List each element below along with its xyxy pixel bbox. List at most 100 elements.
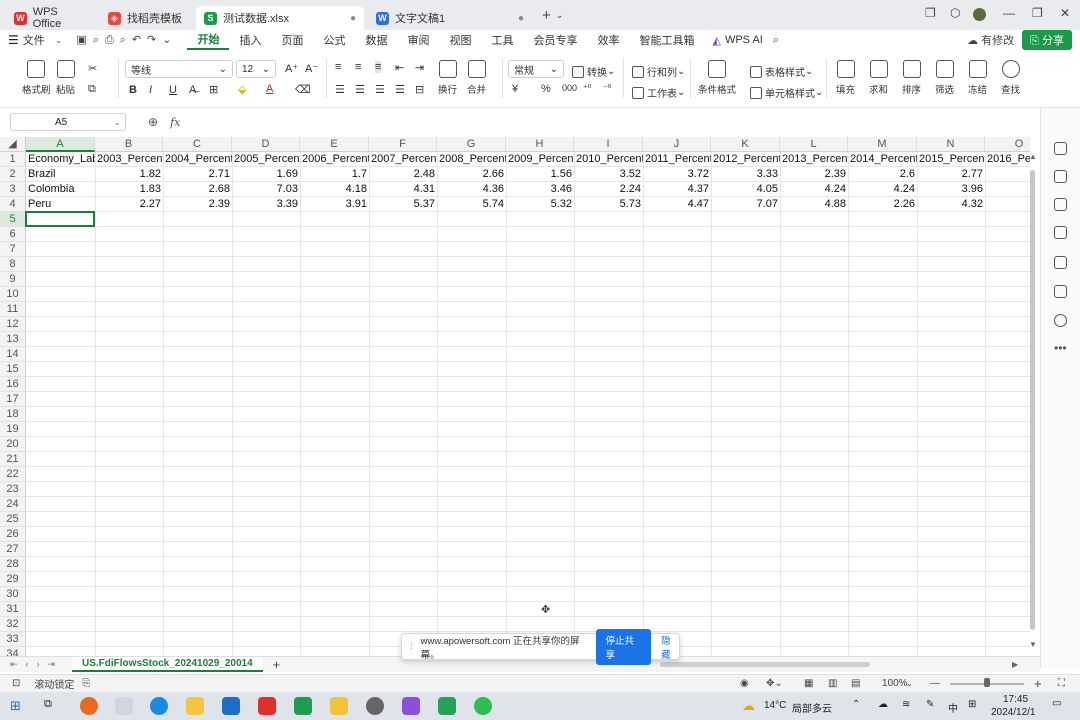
sheet-nav-icons[interactable]: ⇤‹›⇥ xyxy=(10,659,63,670)
column-header-k[interactable]: K xyxy=(711,137,780,152)
fill-button[interactable]: 填充 xyxy=(836,60,855,96)
cell-l1[interactable]: 2013_Percent xyxy=(780,152,848,167)
menu-view[interactable]: 视图 xyxy=(439,32,481,48)
page-break-icon[interactable]: ▤ xyxy=(851,678,860,689)
row-header-14[interactable]: 14 xyxy=(0,347,26,362)
tab-template[interactable]: ◈ 找稻壳模板 xyxy=(100,6,192,30)
cell-o3[interactable] xyxy=(985,182,1030,197)
zoom-formula-icon[interactable]: ⊕ xyxy=(148,115,158,129)
function-icon[interactable]: fx xyxy=(170,116,180,129)
column-header-f[interactable]: F xyxy=(369,137,437,152)
copy-icon[interactable]: ⧉ xyxy=(88,83,96,96)
bold-icon[interactable]: B xyxy=(129,84,137,96)
sum-button[interactable]: 求和 xyxy=(869,60,888,96)
keyboard-icon[interactable]: ⊞ xyxy=(968,699,976,710)
worksheet-button[interactable]: 工作表 ⌄ xyxy=(632,85,685,100)
quick-access-icons[interactable]: ▣⌕⎙⌕↶↷⌄ xyxy=(76,33,177,47)
menu-review[interactable]: 审阅 xyxy=(397,32,439,48)
cell-g1[interactable]: 2008_Percent xyxy=(437,152,506,167)
font-color-icon[interactable]: A xyxy=(266,83,273,95)
cube-icon[interactable]: ⬡ xyxy=(950,6,960,20)
cell-d4[interactable]: 3.39 xyxy=(232,197,300,212)
visual-studio-icon[interactable] xyxy=(402,697,420,715)
cell-h2[interactable]: 1.56 xyxy=(506,167,574,182)
normal-view-icon[interactable]: ▦ xyxy=(804,678,813,689)
close-tab-icon[interactable]: ● xyxy=(350,13,356,24)
row-header-23[interactable]: 23 xyxy=(0,482,26,497)
cell-n2[interactable]: 2.77 xyxy=(917,167,985,182)
scrollbar-thumb[interactable] xyxy=(1030,170,1035,630)
macro-icon[interactable]: ⊡ xyxy=(12,678,20,689)
menu-home[interactable]: 开始 xyxy=(187,31,230,50)
row-header-12[interactable]: 12 xyxy=(0,317,26,332)
cell-a3[interactable]: Colombia xyxy=(26,182,95,197)
menu-insert[interactable]: 插入 xyxy=(229,32,271,48)
task-view-icon[interactable]: ⧉ xyxy=(44,698,52,711)
row-header-22[interactable]: 22 xyxy=(0,467,26,482)
book-icon[interactable] xyxy=(1054,285,1067,298)
format-painter-button[interactable]: 格式刷 xyxy=(22,60,51,96)
cell-h1[interactable]: 2009_Percent xyxy=(506,152,574,167)
wps-taskbar-icon[interactable] xyxy=(258,697,276,715)
page-icon[interactable]: ⎘ xyxy=(82,678,90,689)
increase-font-icon[interactable]: A⁺ xyxy=(285,62,298,75)
search-icon[interactable]: ⌕ xyxy=(773,34,779,47)
underline-icon[interactable]: U xyxy=(169,84,177,96)
row-header-10[interactable]: 10 xyxy=(0,287,26,302)
row-header-3[interactable]: 3 xyxy=(0,182,26,197)
cell-a1[interactable]: Economy_Label xyxy=(26,152,95,167)
freeze-button[interactable]: 冻结 xyxy=(968,60,987,96)
cell-f4[interactable]: 5.37 xyxy=(369,197,437,212)
file-explorer-icon[interactable] xyxy=(186,697,204,715)
menu-tools[interactable]: 工具 xyxy=(481,32,523,48)
row-header-2[interactable]: 2 xyxy=(0,167,26,182)
drag-handle-icon[interactable]: ⁞ xyxy=(410,641,413,652)
cell-l2[interactable]: 2.39 xyxy=(780,167,848,182)
column-header-c[interactable]: C xyxy=(163,137,232,152)
cell-j1[interactable]: 2011_Percent xyxy=(643,152,711,167)
tab-spreadsheet[interactable]: S 测试数据.xlsx ● xyxy=(196,6,364,30)
cross-icon[interactable]: ✥⌄ xyxy=(766,678,783,689)
cell-k2[interactable]: 3.33 xyxy=(711,167,780,182)
cell-i4[interactable]: 5.73 xyxy=(574,197,643,212)
column-header-m[interactable]: M xyxy=(848,137,917,152)
cell-m3[interactable]: 4.24 xyxy=(848,182,917,197)
menu-formula[interactable]: 公式 xyxy=(313,32,355,48)
minimize-icon[interactable]: — xyxy=(1003,6,1015,20)
row-header-34[interactable]: 34 xyxy=(0,647,26,656)
cell-c4[interactable]: 2.39 xyxy=(163,197,232,212)
row-header-18[interactable]: 18 xyxy=(0,407,26,422)
shape-icon[interactable] xyxy=(1054,198,1067,211)
row-header-16[interactable]: 16 xyxy=(0,377,26,392)
column-header-o[interactable]: O xyxy=(985,137,1030,152)
strikethrough-icon[interactable]: A̶ xyxy=(189,84,196,96)
mic-icon[interactable]: ✎ xyxy=(926,699,934,710)
decrease-decimal-icon[interactable]: ⁻⁰ xyxy=(603,83,611,94)
align-middle-icon[interactable]: ≡ xyxy=(355,61,361,73)
menu-wps-ai[interactable]: WPS AI xyxy=(721,34,773,46)
row-header-26[interactable]: 26 xyxy=(0,527,26,542)
cell-h3[interactable]: 3.46 xyxy=(506,182,574,197)
sheet-tab-active[interactable]: US.FdiFlowsStock_20241029_20014 xyxy=(72,657,263,672)
close-window-icon[interactable]: ✕ xyxy=(1060,6,1070,20)
edge-icon[interactable] xyxy=(150,697,168,715)
cell-m1[interactable]: 2014_Percent xyxy=(848,152,917,167)
currency-icon[interactable]: ¥ xyxy=(512,83,518,95)
row-header-32[interactable]: 32 xyxy=(0,617,26,632)
zoom-in-icon[interactable]: + xyxy=(1034,676,1042,691)
row-header-1[interactable]: 1 xyxy=(0,152,26,167)
row-header-8[interactable]: 8 xyxy=(0,257,26,272)
cut-icon[interactable]: ✂ xyxy=(88,62,97,75)
cell-d3[interactable]: 7.03 xyxy=(232,182,300,197)
column-header-n[interactable]: N xyxy=(917,137,985,152)
close-tab-icon[interactable]: ● xyxy=(518,13,524,24)
font-size-select[interactable]: 12 ⌄ xyxy=(236,60,276,78)
align-center-icon[interactable]: ☰ xyxy=(355,83,365,96)
italic-icon[interactable]: I xyxy=(149,84,152,96)
row-header-17[interactable]: 17 xyxy=(0,392,26,407)
border-icon[interactable]: ⊞ xyxy=(209,83,218,96)
chevron-down-icon[interactable]: ⌄ xyxy=(906,679,913,688)
pycharm-icon[interactable] xyxy=(294,697,312,715)
cell-l4[interactable]: 4.88 xyxy=(780,197,848,212)
cell-c1[interactable]: 2004_Percent xyxy=(163,152,232,167)
